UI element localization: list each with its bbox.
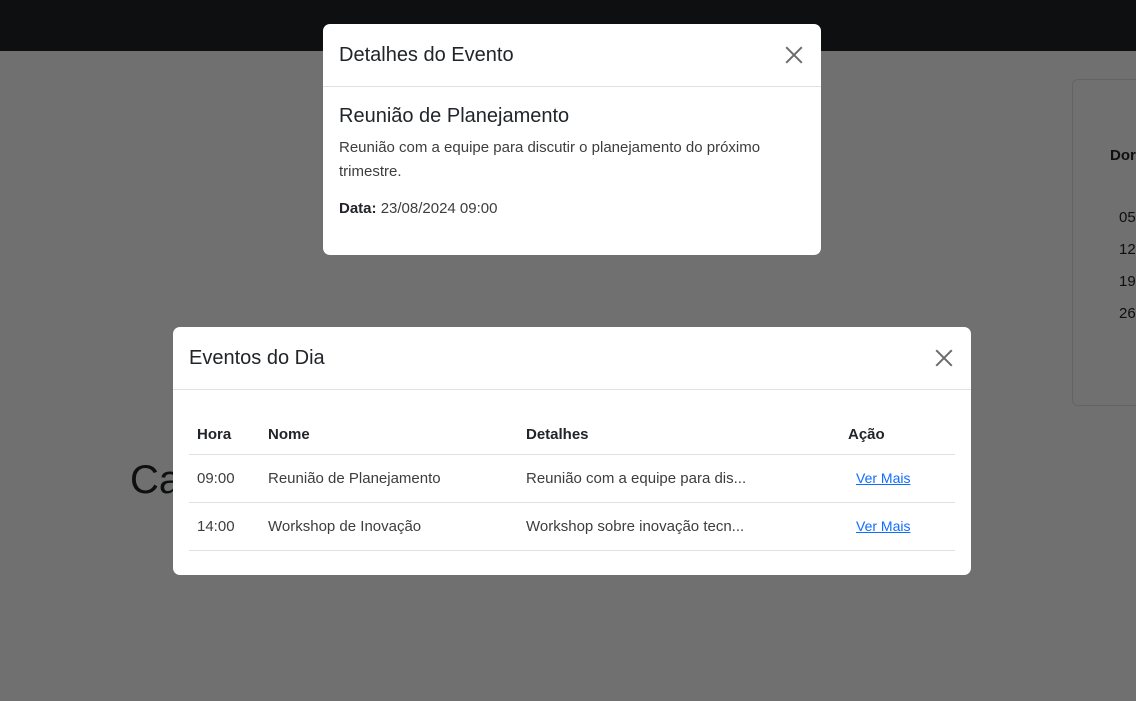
cell-hora: 14:00 <box>189 502 260 551</box>
event-description: Reunião com a equipe para discutir o pla… <box>339 139 761 180</box>
column-header-nome: Nome <box>260 416 518 455</box>
ver-mais-button[interactable]: Ver Mais <box>848 470 910 486</box>
ver-mais-button[interactable]: Ver Mais <box>848 518 910 534</box>
table-row: 09:00 Reunião de Planejamento Reunião co… <box>189 454 955 503</box>
modal-title: Detalhes do Evento <box>339 43 514 66</box>
table-row: 14:00 Workshop de Inovação Workshop sobr… <box>189 502 955 551</box>
column-header-acao: Ação <box>840 416 955 455</box>
close-icon[interactable] <box>933 347 955 369</box>
modal-body: Reunião de Planejamento Reunião com a eq… <box>323 87 821 233</box>
cell-hora: 09:00 <box>189 454 260 503</box>
close-icon[interactable] <box>783 44 805 66</box>
cell-acao: Ver Mais <box>840 454 955 503</box>
column-header-hora: Hora <box>189 416 260 455</box>
cell-nome: Workshop de Inovação <box>260 502 518 551</box>
event-date-label: Data: <box>339 200 377 217</box>
event-date: Data: 23/08/2024 09:00 <box>339 200 805 217</box>
modal-body: Hora Nome Detalhes Ação 09:00 Reunião de… <box>173 390 971 567</box>
modal-header: Eventos do Dia <box>173 327 971 390</box>
event-details-modal: Detalhes do Evento Reunião de Planejamen… <box>323 24 821 255</box>
cell-acao: Ver Mais <box>840 502 955 551</box>
cell-detalhes: Workshop sobre inovação tecn... <box>518 502 840 551</box>
modal-title: Eventos do Dia <box>189 346 325 369</box>
cell-nome: Reunião de Planejamento <box>260 454 518 503</box>
events-table: Hora Nome Detalhes Ação 09:00 Reunião de… <box>189 416 955 551</box>
event-date-value: 23/08/2024 09:00 <box>380 200 498 217</box>
day-events-modal: Eventos do Dia Hora Nome Detalhes Ação 0… <box>173 327 971 575</box>
modal-header: Detalhes do Evento <box>323 24 821 87</box>
table-header-row: Hora Nome Detalhes Ação <box>189 416 955 455</box>
cell-detalhes: Reunião com a equipe para dis... <box>518 454 840 503</box>
column-header-detalhes: Detalhes <box>518 416 840 455</box>
event-name: Reunião de Planejamento <box>339 105 570 127</box>
